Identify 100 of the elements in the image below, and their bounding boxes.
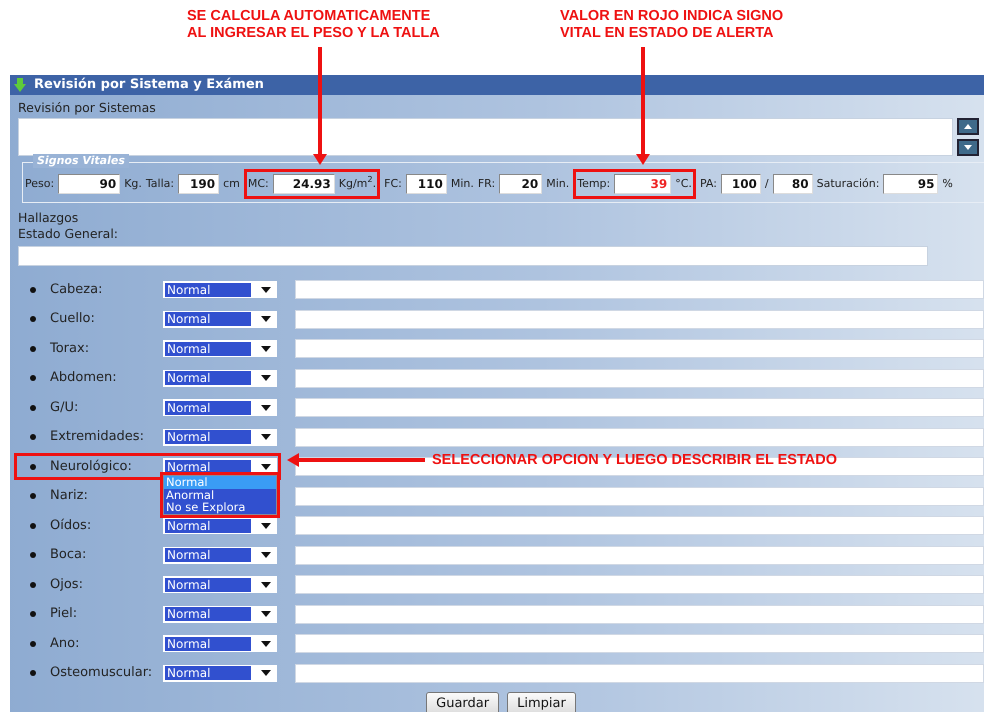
field-label: Ano: bbox=[50, 634, 80, 653]
field-label: Abdomen: bbox=[50, 369, 118, 388]
up-triangle-icon bbox=[963, 122, 973, 130]
input-field[interactable] bbox=[295, 486, 984, 506]
dropdown[interactable]: Normal bbox=[163, 546, 277, 564]
input-field[interactable] bbox=[295, 339, 984, 358]
input-field[interactable] bbox=[18, 246, 928, 266]
dropdown[interactable]: Normal bbox=[163, 370, 277, 386]
bullet-icon bbox=[30, 582, 36, 588]
bullet-icon bbox=[30, 375, 36, 381]
bullet-icon bbox=[30, 611, 36, 617]
field-label: Min. bbox=[546, 176, 570, 192]
field-label: FR: bbox=[478, 176, 496, 192]
input-field[interactable]: 95 bbox=[883, 174, 938, 194]
input-field[interactable] bbox=[295, 368, 984, 388]
field-label: MC: bbox=[248, 176, 269, 192]
caret-icon bbox=[261, 464, 271, 470]
bullet-icon bbox=[30, 434, 36, 440]
field-label: Talla: bbox=[146, 176, 174, 192]
dropdown[interactable]: Normal bbox=[163, 517, 277, 534]
dropdown-option[interactable]: Anormal bbox=[164, 488, 276, 502]
input-field[interactable]: 80 bbox=[772, 174, 813, 194]
bullet-icon bbox=[30, 552, 36, 558]
input-field[interactable] bbox=[295, 634, 984, 653]
dropdown[interactable]: Normal bbox=[163, 340, 277, 357]
input-field[interactable] bbox=[295, 310, 984, 328]
field-label: Piel: bbox=[50, 605, 78, 624]
field-label: Estado General: bbox=[18, 226, 119, 242]
bullet-icon bbox=[30, 404, 36, 410]
field-label: Nariz: bbox=[50, 487, 89, 506]
bullet-icon bbox=[30, 316, 36, 322]
bullet-icon bbox=[30, 286, 36, 292]
input-field[interactable]: 20 bbox=[499, 174, 542, 194]
group-legend: Signos Vitales bbox=[33, 154, 129, 168]
dropdown[interactable]: Normal bbox=[163, 576, 277, 593]
field-label: Temp: bbox=[577, 176, 610, 192]
field-label: Kg/m$^{2}$. bbox=[338, 176, 376, 192]
field-label: Osteomuscular: bbox=[50, 664, 154, 682]
field-label: Peso: bbox=[25, 176, 54, 192]
dropdown[interactable]: Normal bbox=[163, 399, 277, 416]
field-label: / bbox=[764, 176, 769, 192]
form-button[interactable]: Limpiar bbox=[507, 692, 576, 712]
caret-icon bbox=[261, 670, 271, 676]
field-label: Saturación: bbox=[816, 176, 880, 192]
input-field[interactable]: 90 bbox=[58, 174, 120, 194]
annotation-text: VALOR EN ROJO INDICA SIGNO VITAL EN ESTADO DE ALERTA bbox=[560, 8, 784, 42]
dropdown[interactable]: Normal bbox=[163, 635, 277, 652]
input-field[interactable] bbox=[295, 428, 984, 446]
section-heading: Hallazgos bbox=[18, 210, 80, 226]
caret-icon bbox=[261, 375, 271, 381]
caret-icon bbox=[261, 611, 271, 617]
dropdown[interactable]: Normal bbox=[163, 606, 277, 622]
caret-icon bbox=[261, 582, 271, 588]
bullet-icon bbox=[30, 670, 36, 676]
caret-icon bbox=[261, 316, 271, 322]
input-field[interactable]: 24.93 bbox=[272, 174, 335, 194]
caret-icon bbox=[261, 404, 271, 410]
dropdown[interactable]: Normal bbox=[163, 310, 277, 328]
input-field[interactable] bbox=[295, 664, 984, 682]
field-label: G/U: bbox=[50, 398, 80, 417]
field-label: Revisión por Sistemas bbox=[18, 99, 157, 117]
field-label: Cabeza: bbox=[50, 280, 104, 299]
input-field[interactable] bbox=[295, 516, 984, 535]
caret-icon bbox=[261, 552, 271, 558]
form-button[interactable]: Guardar bbox=[426, 692, 500, 712]
caret-icon bbox=[261, 286, 271, 292]
caret-icon bbox=[261, 346, 271, 352]
input-field[interactable]: 110 bbox=[406, 174, 447, 194]
caret-icon bbox=[261, 434, 271, 440]
input-field[interactable] bbox=[295, 280, 984, 299]
input-field[interactable] bbox=[295, 575, 984, 594]
dropdown-option[interactable]: No se Explora bbox=[164, 501, 276, 514]
dropdown[interactable]: Normal bbox=[163, 281, 277, 298]
caret-icon bbox=[261, 522, 271, 528]
field-label: Neurológico: bbox=[50, 458, 133, 476]
dropdown[interactable]: Normal bbox=[163, 664, 277, 682]
input-field[interactable]: 100 bbox=[720, 174, 761, 194]
panel-title: Revisión por Sistema y Exámen bbox=[34, 76, 264, 94]
field-label: Min. bbox=[450, 176, 474, 192]
input-field[interactable]: 190 bbox=[178, 174, 220, 194]
bullet-icon bbox=[30, 640, 36, 646]
down-triangle-icon bbox=[963, 144, 973, 151]
field-label: Boca: bbox=[50, 546, 88, 564]
field-label: °C. bbox=[675, 176, 692, 192]
field-label: Oídos: bbox=[50, 516, 92, 535]
field-label: PA: bbox=[700, 176, 717, 192]
scroll-up-button[interactable] bbox=[957, 118, 979, 135]
bullet-icon bbox=[30, 493, 36, 499]
caret-icon bbox=[261, 640, 271, 646]
input-field[interactable] bbox=[295, 398, 984, 417]
bullet-icon bbox=[30, 522, 36, 528]
input-field[interactable]: 39 bbox=[614, 174, 672, 194]
field-label: Ojos: bbox=[50, 576, 84, 594]
bullet-icon bbox=[30, 464, 36, 470]
scroll-down-button[interactable] bbox=[957, 138, 979, 156]
field-label: Extremidades: bbox=[50, 428, 145, 446]
field-label: cm bbox=[223, 176, 240, 192]
input-field[interactable] bbox=[295, 604, 984, 624]
dropdown[interactable]: Normal bbox=[163, 428, 277, 446]
input-field[interactable] bbox=[295, 546, 984, 564]
